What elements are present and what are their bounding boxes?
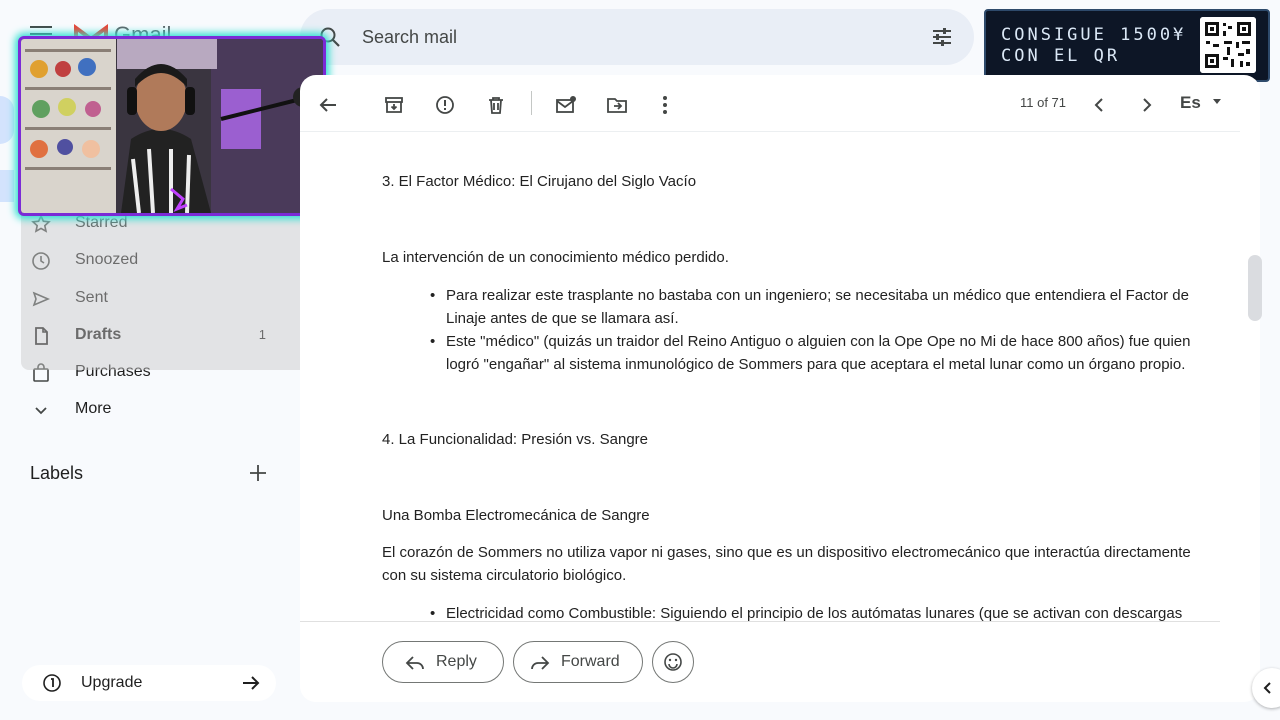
more-vert-icon[interactable] [653,93,677,117]
upgrade-label: Upgrade [81,674,143,691]
bullet-list: Para realizar este trasplante no bastaba… [382,284,1212,376]
move-to-icon[interactable] [605,93,629,117]
language-selector[interactable]: Es [1180,93,1222,113]
reply-area-border [300,621,1220,622]
qr-promo-banner: CONSIGUE 1500¥ CON EL QR [984,9,1270,82]
sidebar-item-more[interactable]: More [20,392,282,428]
chevron-down-icon [35,407,47,415]
search-options-icon[interactable] [930,25,954,49]
archive-icon[interactable] [382,93,406,117]
email-view: 11 of 71 Es 3. El Factor Médico: El Ciru… [300,75,1260,702]
list-item: Para realizar este trasplante no bastaba… [382,284,1212,330]
search-input[interactable] [362,19,902,55]
emoji-icon [664,653,682,671]
chevron-left-icon [1263,682,1271,694]
nav-selected-strip [0,96,14,144]
gmail-app: Gmail CONSIGUE 1500¥ CON EL QR [0,0,1280,720]
mark-unread-icon[interactable] [554,93,578,117]
older-chevron-right-icon[interactable] [1134,93,1158,117]
info-icon [43,674,61,692]
webcam-overlay [18,36,326,216]
section-intro: La intervención de un conocimiento médic… [382,249,729,266]
back-arrow-icon[interactable] [316,93,340,117]
promo-line-1: CONSIGUE 1500¥ [1001,25,1187,45]
list-item: Este "médico" (quizás un traidor del Rei… [382,330,1212,376]
newer-chevron-left-icon[interactable] [1088,93,1112,117]
search-bar [300,9,974,65]
toolbar-separator [300,131,1240,132]
section-paragraph: El corazón de Sommers no utiliza vapor n… [382,544,1191,584]
section-heading: 4. La Funcionalidad: Presión vs. Sangre [382,431,648,448]
labels-heading: Labels [30,463,84,483]
forward-label: Forward [561,653,620,670]
dropdown-icon [1212,99,1221,104]
delete-icon[interactable] [484,93,508,117]
upgrade-button[interactable]: Upgrade [22,665,276,701]
qr-code-icon [1200,17,1256,73]
report-spam-icon[interactable] [433,93,457,117]
promo-line-2: CON EL QR [1001,46,1121,66]
nav-selected-strip-2 [0,170,14,202]
streamer-webcam-image [21,39,323,213]
section-heading: 3. El Factor Médico: El Cirujano del Sig… [382,173,697,190]
reply-button[interactable]: Reply [382,641,504,683]
section-subheading: Una Bomba Electromecánica de Sangre [382,507,650,524]
webcam-shadow [21,210,323,370]
forward-icon [531,656,550,670]
scrollbar-thumb[interactable] [1248,255,1262,321]
emoji-reaction-button[interactable] [652,641,694,683]
language-label: Es [1180,93,1201,112]
reply-label: Reply [436,653,477,670]
arrow-right-icon [243,676,260,690]
side-panel-toggle[interactable] [1252,668,1280,708]
add-label-icon[interactable] [249,464,267,482]
promo-text: CONSIGUE 1500¥ CON EL QR [1001,25,1186,67]
pagination-count: 11 of 71 [1020,95,1067,110]
sidebar-item-label: More [75,400,112,417]
reply-icon [405,656,424,670]
toolbar-divider [531,91,532,115]
forward-button[interactable]: Forward [513,641,643,683]
